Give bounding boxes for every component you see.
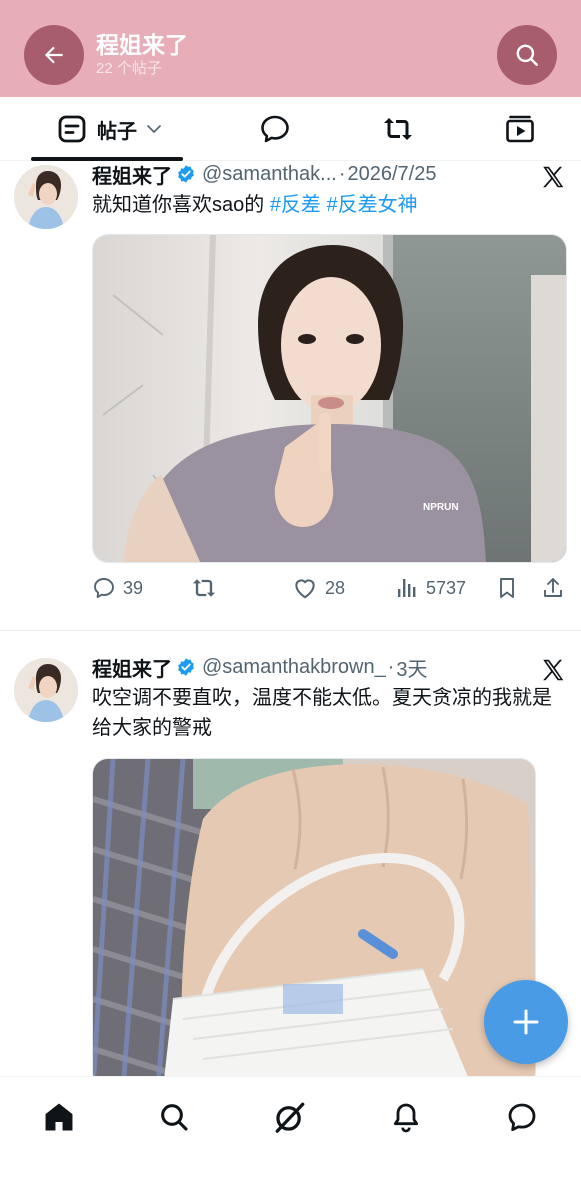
plus-icon [513,1009,539,1035]
share-icon [544,578,562,597]
post-body: 就知道你喜欢sao的 [92,194,270,216]
reply-icon [94,578,114,598]
bookmark-button[interactable] [495,573,526,603]
grok-icon [275,1102,305,1133]
share-button[interactable] [541,573,572,603]
x-logo-icon [543,166,564,188]
post-image[interactable] [92,758,536,1088]
author-handle[interactable]: @samanthak... [202,163,337,186]
reply-count: 39 [123,577,144,598]
post-text: 就知道你喜欢sao的 #反差 #反差女神 [92,190,564,220]
post-header: 程姐来了 @samanthak... · 2026/7/25 [92,160,436,189]
search-button[interactable] [497,25,557,85]
nav-grok[interactable] [266,1093,314,1141]
x-logo-icon [543,659,564,681]
tab-reposts[interactable] [368,97,428,161]
tab-posts[interactable]: 帖子 [40,97,180,161]
view-count: 5737 [426,577,467,598]
views-button[interactable]: 5737 [395,573,466,603]
avatar[interactable] [14,658,78,722]
post-image[interactable]: NPRUN [92,234,567,563]
like-button[interactable]: 28 [292,573,345,603]
svg-text:NPRUN: NPRUN [423,502,459,513]
bottom-navigation [0,1076,581,1199]
hashtag-link[interactable]: #反差女神 [327,194,418,216]
post-text: 吹空调不要直吹，温度不能太低。夏天贪凉的我就是给大家的警戒 [92,687,552,739]
repost-icon [192,579,216,597]
hashtag-link[interactable]: #反差 [270,194,321,216]
compose-post-button[interactable] [484,980,568,1064]
author-handle[interactable]: @samanthakbrown_ [202,656,386,679]
arrow-left-icon [44,46,63,64]
replies-icon [261,115,289,143]
home-icon [45,1103,73,1131]
tab-replies[interactable] [245,97,305,161]
post-timestamp[interactable]: 3天 [396,653,427,682]
separator-dot: · [338,162,346,185]
avatar[interactable] [14,165,78,229]
posts-icon [58,115,86,143]
analytics-icon [398,579,416,597]
search-icon [516,44,538,66]
profile-name-title: 程姐来了 [96,32,188,58]
separator-dot: · [387,655,395,678]
back-button[interactable] [24,25,84,85]
bookmark-icon [500,578,514,598]
profile-header: 程姐来了 22 个帖子 [0,0,581,97]
post-count: 22 个帖子 [96,60,162,77]
tab-media[interactable] [490,97,550,161]
media-icon [506,115,534,143]
search-icon [161,1104,188,1131]
author-name[interactable]: 程姐来了 [92,653,172,682]
post-header: 程姐来了 @samanthakbrown_ · 3天 [92,653,428,682]
nav-messages[interactable] [498,1093,546,1141]
like-count: 28 [325,577,346,598]
nav-home[interactable] [35,1093,83,1141]
nav-notifications[interactable] [382,1093,430,1141]
post[interactable]: 程姐来了 @samanthak... · 2026/7/25 就知道你喜欢sao… [0,161,581,630]
chevron-down-icon[interactable] [145,120,163,138]
bell-icon [393,1103,419,1133]
verified-badge-icon [176,164,196,184]
profile-tabs: 帖子 [0,97,581,161]
message-icon [508,1103,536,1132]
verified-badge-icon [176,657,196,677]
repost-icon [384,118,412,140]
post-actions: 39 28 5737 [92,573,570,603]
nav-search[interactable] [150,1093,198,1141]
reply-button[interactable]: 39 [92,573,143,603]
repost-button[interactable] [190,573,225,603]
tab-posts-label: 帖子 [97,120,137,143]
post-timestamp[interactable]: 2026/7/25 [347,163,436,186]
heart-icon [295,579,315,599]
author-name[interactable]: 程姐来了 [92,160,172,189]
